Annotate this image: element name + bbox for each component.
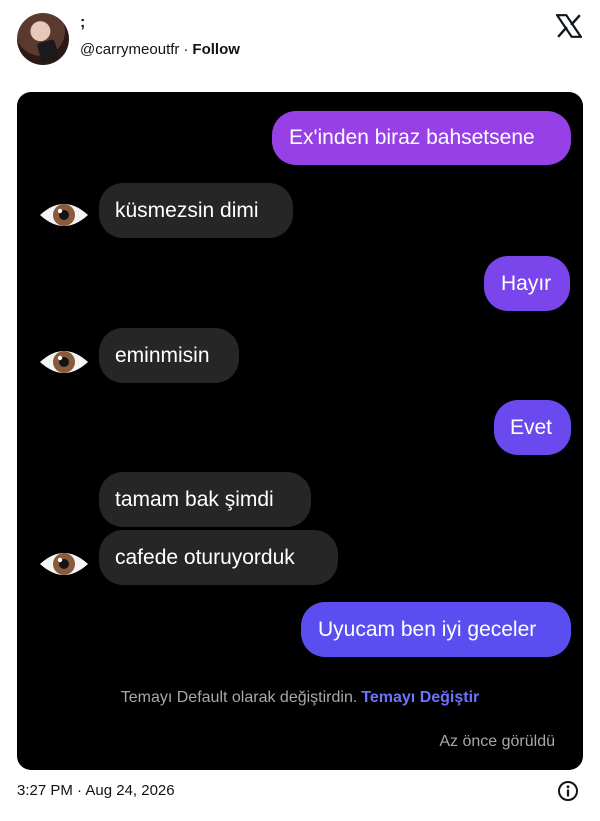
message-sent: Uyucam ben iyi geceler [301, 602, 571, 657]
message-text: eminmisin [115, 343, 210, 367]
display-name[interactable]: ; [80, 14, 85, 32]
info-icon[interactable] [557, 780, 579, 802]
message-sent: Ex'inden biraz bahsetsene [272, 111, 571, 165]
seen-status: Az önce görüldü [439, 733, 555, 750]
message-received: cafede oturuyorduk [99, 530, 338, 585]
message-received: tamam bak şimdi [99, 472, 311, 527]
x-logo-icon[interactable] [556, 14, 582, 38]
message-text: cafede oturuyorduk [115, 545, 295, 569]
message-text: küsmezsin dimi [115, 198, 259, 222]
eye-avatar-icon [40, 553, 88, 575]
change-theme-link[interactable]: Temayı Değiştir [361, 689, 479, 706]
message-received: eminmisin [99, 328, 239, 383]
separator: · [183, 41, 189, 58]
system-notice: Temayı Default olarak değiştirdin. Temayı… [17, 689, 583, 707]
handle-row: @carrymeoutfr · Follow [80, 41, 240, 58]
message-text: Hayır [501, 271, 552, 295]
system-notice-text: Temayı Default olarak değiştirdin. [120, 689, 358, 706]
tweet-timestamp[interactable]: 3:27 PM · Aug 24, 2026 [17, 782, 175, 799]
avatar[interactable] [17, 13, 69, 65]
message-sent: Evet [494, 400, 571, 455]
message-text: tamam bak şimdi [115, 487, 274, 511]
tweet-header: ; @carrymeoutfr · Follow [0, 0, 600, 80]
chat-screenshot[interactable]: Ex'inden biraz bahsetsene küsmezsin dimi… [17, 92, 583, 770]
user-handle[interactable]: @carrymeoutfr [80, 41, 179, 58]
message-sent: Hayır [484, 256, 570, 311]
message-text: Evet [510, 415, 553, 439]
message-text: Uyucam ben iyi geceler [318, 617, 537, 641]
message-received: küsmezsin dimi [99, 183, 293, 238]
follow-button[interactable]: Follow [192, 41, 240, 58]
eye-avatar-icon [40, 204, 88, 226]
message-text: Ex'inden biraz bahsetsene [289, 126, 535, 149]
eye-avatar-icon [40, 351, 88, 373]
